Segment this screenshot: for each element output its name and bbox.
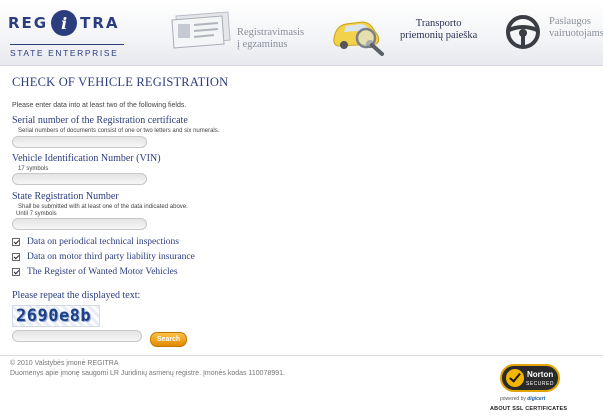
logo-text-right: TRA [80, 14, 120, 32]
plate-hint-length: Until 7 symbols [16, 211, 57, 217]
header: REG i TRA STATE ENTERPRISE Registravimas… [0, 0, 603, 66]
nav-driver-line2: vairuotojams [549, 28, 603, 39]
norton-powered: powered by digicert [500, 396, 546, 402]
ssl-certificates-link[interactable]: ABOUT SSL CERTIFICATES [490, 406, 567, 412]
form-intro: Please enter data into at least two of t… [12, 102, 187, 109]
plate-hint: Shall be submitted with at least one of … [18, 204, 188, 210]
nav-search-line2: priemonių paieška [400, 30, 478, 41]
check-wanted-vehicles[interactable]: The Register of Wanted Motor Vehicles [12, 267, 178, 277]
plate-label: State Registration Number [12, 191, 119, 202]
license-card-icon [171, 11, 231, 49]
copyright-text: © 2010 Valstybės įmonė REGITRA [10, 360, 119, 367]
logo-text-left: REG [8, 14, 49, 32]
check-technical-inspections[interactable]: Data on periodical technical inspections [12, 237, 179, 247]
captcha-input[interactable] [12, 330, 142, 342]
plate-input[interactable] [12, 218, 147, 230]
vin-label: Vehicle Identification Number (VIN) [12, 153, 161, 164]
check-label: Data on motor third party liability insu… [27, 252, 195, 262]
nav-driver-line1: Paslaugos [549, 16, 591, 27]
serial-hint: Serial numbers of documents consist of o… [18, 128, 220, 134]
car-search-icon [333, 21, 384, 56]
serial-input[interactable] [12, 136, 147, 148]
checkbox-checked[interactable] [12, 268, 20, 276]
norton-name: Norton [527, 370, 554, 379]
steering-wheel-icon [506, 15, 540, 49]
vin-input[interactable] [12, 173, 147, 185]
nav-exam-registration[interactable]: Registravimasis į egzaminus [168, 10, 328, 58]
vin-hint: 17 symbols [18, 166, 49, 172]
serial-label: Serial number of the Registration certif… [12, 115, 188, 126]
nav-exam-line2: į egzaminus [237, 39, 288, 50]
nav-search-line1: Transporto [415, 18, 462, 29]
regitra-logo[interactable]: REG i TRA STATE ENTERPRISE [8, 8, 126, 58]
checkbox-checked[interactable] [12, 238, 20, 246]
captcha-text: 2690e8b [16, 306, 92, 326]
norton-seal[interactable]: Norton SECURED powered by digicert [496, 364, 562, 406]
page-title: CHECK OF VEHICLE REGISTRATION [12, 75, 229, 89]
footer: © 2010 Valstybės įmonė REGITRA Duomenys … [0, 355, 603, 420]
nav-vehicle-search[interactable]: Transporto priemonių paieška [330, 10, 480, 58]
nav-driver-services[interactable]: Paslaugos vairuotojams [505, 10, 603, 58]
check-label: Data on periodical technical inspections [27, 237, 179, 247]
search-button[interactable]: Search [150, 332, 187, 347]
check-label: The Register of Wanted Motor Vehicles [27, 267, 178, 277]
check-icon [506, 369, 524, 387]
check-liability-insurance[interactable]: Data on motor third party liability insu… [12, 252, 195, 262]
logo-subtitle: STATE ENTERPRISE [10, 44, 124, 58]
logo-circle-icon: i [51, 10, 78, 36]
checkbox-checked[interactable] [12, 253, 20, 261]
nav-exam-line1: Registravimasis [237, 27, 305, 38]
captcha-image: 2690e8b [12, 305, 100, 327]
company-info-text: Duomenys apie įmonę saugomi LR Juridinių… [10, 370, 285, 377]
norton-secured: SECURED [526, 381, 554, 387]
captcha-label: Please repeat the displayed text: [12, 290, 141, 301]
norton-badge: Norton SECURED [500, 364, 560, 392]
